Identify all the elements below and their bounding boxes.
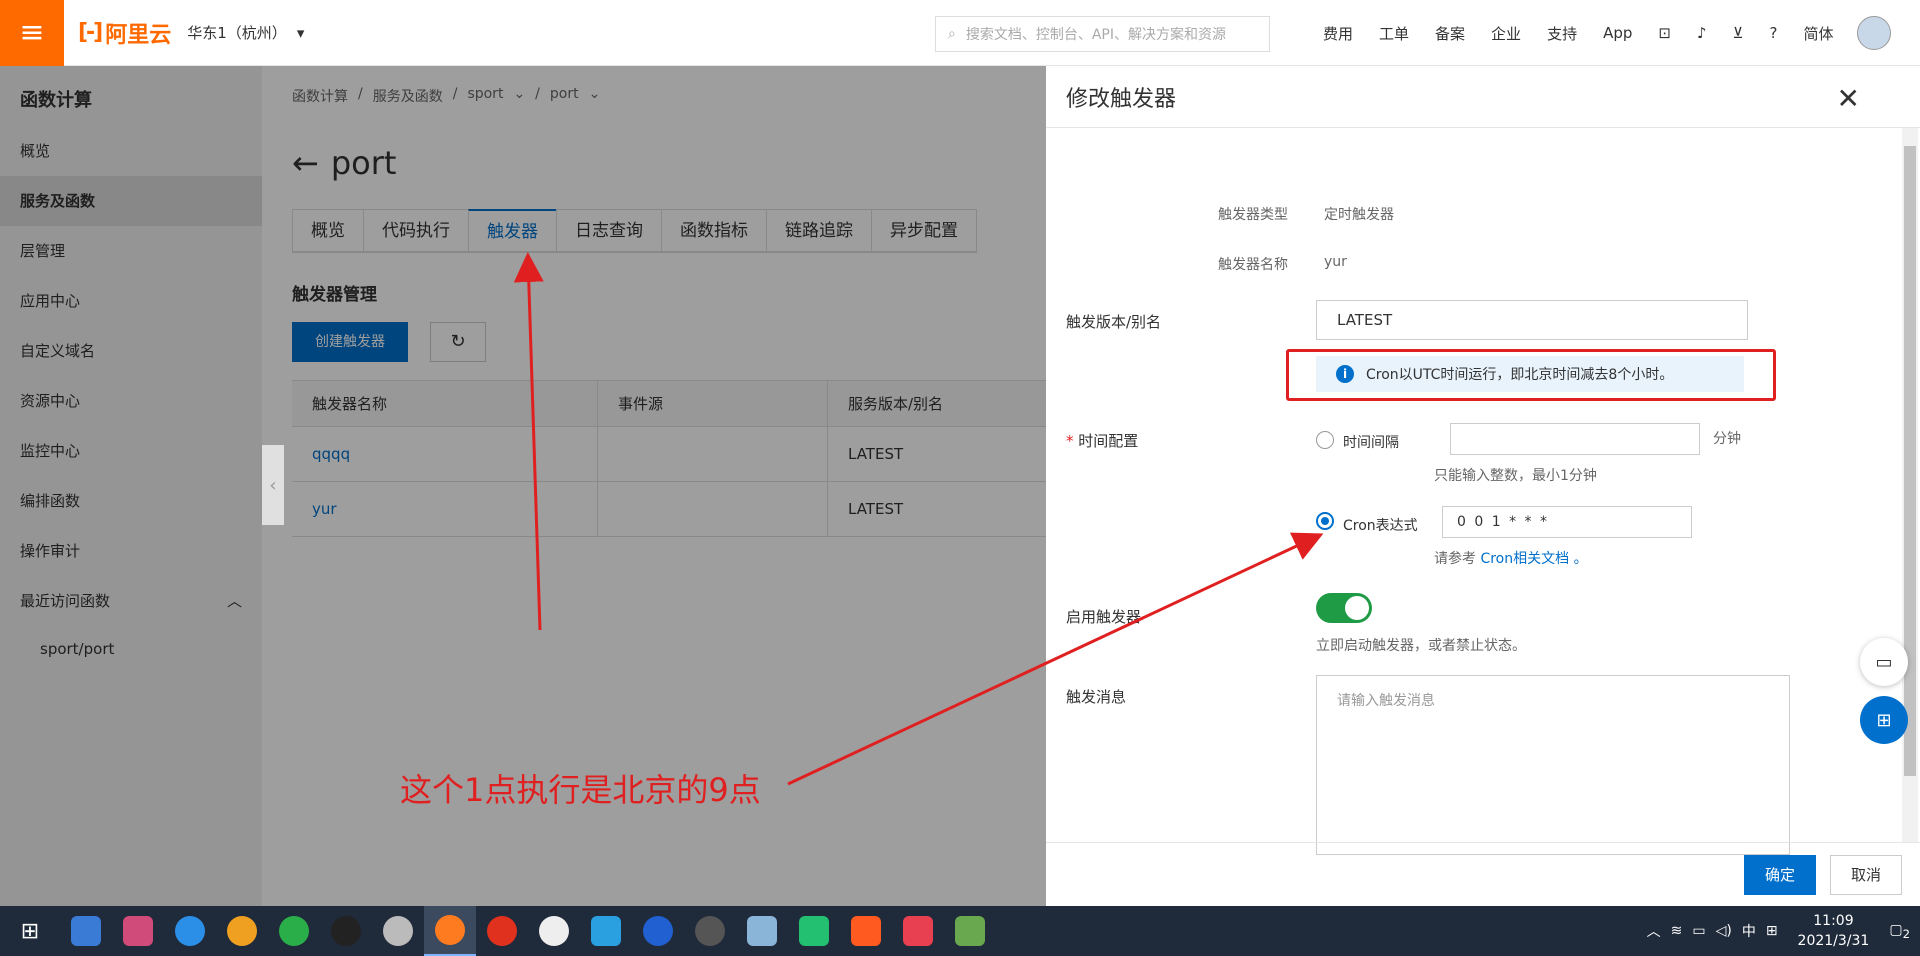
volume-icon[interactable]: ◁) — [1716, 923, 1732, 939]
message-placeholder: 请输入触发消息 — [1337, 693, 1435, 709]
search-input[interactable]: ⌕ 搜索文档、控制台、API、解决方案和资源 — [935, 16, 1270, 52]
enable-toggle[interactable] — [1316, 593, 1372, 623]
interval-unit: 分钟 — [1713, 431, 1741, 447]
nav-enterprise[interactable]: 企业 — [1478, 23, 1534, 44]
edit-trigger-panel: 修改触发器 ✕ 触发器类型 定时触发器 触发器名称 yur 触发版本/别名 LA… — [1046, 66, 1920, 906]
message-label: 触发消息 — [1066, 688, 1127, 706]
taskbar-app-icon[interactable] — [840, 906, 892, 956]
lang-switch[interactable]: 简体 — [1791, 23, 1847, 44]
interval-label: 时间间隔 — [1343, 435, 1399, 451]
time-config-text: 时间配置 — [1078, 432, 1139, 450]
brand-name: 阿里云 — [105, 22, 172, 48]
search-placeholder: 搜索文档、控制台、API、解决方案和资源 — [965, 27, 1226, 43]
chat-icon[interactable]: ▭ — [1860, 638, 1908, 686]
panel-title: 修改触发器 — [1046, 66, 1920, 128]
apps-icon[interactable]: ⊞ — [1860, 696, 1908, 744]
cron-hint-suffix: 。 — [1573, 551, 1588, 567]
cron-hint-prefix: 请参考 — [1434, 551, 1476, 567]
message-textarea[interactable]: 请输入触发消息 — [1316, 675, 1790, 855]
confirm-button[interactable]: 确定 — [1744, 855, 1816, 895]
trigger-type-label: 触发器类型 — [1218, 207, 1288, 223]
cron-label: Cron表达式 — [1343, 518, 1418, 534]
annotation-highlight-box — [1286, 349, 1776, 401]
clock-time: 11:09 — [1813, 913, 1854, 929]
cron-docs-link[interactable]: Cron相关文档 — [1480, 551, 1569, 567]
region-label: 华东1（杭州） — [187, 24, 287, 42]
cron-radio[interactable] — [1316, 512, 1334, 530]
enable-label: 启用触发器 — [1066, 608, 1142, 626]
top-nav: 费用 工单 备案 企业 支持 App ⊡ ♪ ⊻ ? 简体 — [1310, 0, 1891, 66]
version-select[interactable]: LATEST — [1316, 300, 1748, 340]
nav-support[interactable]: 支持 — [1534, 23, 1590, 44]
chevron-up-icon[interactable]: ︿ — [1647, 921, 1661, 941]
taskbar-app-icon[interactable] — [112, 906, 164, 956]
clock[interactable]: 11:09 2021/3/31 — [1798, 911, 1870, 951]
chevron-down-icon: ▾ — [296, 23, 305, 42]
taskbar-app-icon[interactable] — [944, 906, 996, 956]
taskbar-app-icon[interactable] — [788, 906, 840, 956]
taskbar-app-icon[interactable] — [372, 906, 424, 956]
annotation-text: 这个1点执行是北京的9点 — [400, 771, 761, 809]
clock-date: 2021/3/31 — [1797, 933, 1870, 949]
search-icon: ⌕ — [948, 26, 956, 42]
taskbar-app-icon[interactable] — [736, 906, 788, 956]
ime-mode-icon[interactable]: ⊞ — [1766, 923, 1778, 939]
logo[interactable]: [-] 阿里云 — [78, 17, 171, 49]
avatar[interactable] — [1856, 16, 1891, 50]
nav-app[interactable]: App — [1590, 24, 1645, 42]
menu-icon[interactable]: ≡ — [0, 0, 64, 66]
trigger-type-value: 定时触发器 — [1324, 207, 1394, 223]
taskbar-app-icon[interactable] — [580, 906, 632, 956]
nav-fees[interactable]: 费用 — [1310, 23, 1366, 44]
enable-hint: 立即启动触发器，或者禁止状态。 — [1316, 638, 1526, 654]
top-bar: ≡ [-] 阿里云 华东1（杭州） ▾ ⌕ 搜索文档、控制台、API、解决方案和… — [0, 0, 1920, 66]
nav-tickets[interactable]: 工单 — [1366, 23, 1422, 44]
battery-icon[interactable]: ▭ — [1692, 923, 1705, 939]
taskbar-app-icon[interactable] — [424, 906, 476, 956]
taskbar-app-icon[interactable] — [164, 906, 216, 956]
help-icon[interactable]: ? — [1757, 24, 1791, 42]
notification-count: 2 — [1902, 926, 1910, 941]
interval-input[interactable] — [1450, 423, 1700, 455]
taskbar-app-icon[interactable] — [684, 906, 736, 956]
interval-hint: 只能输入整数，最小1分钟 — [1434, 468, 1597, 484]
taskbar-app-icon[interactable] — [60, 906, 112, 956]
notification-icon[interactable]: ▢2 — [1889, 922, 1910, 941]
taskbar-app-icon[interactable] — [528, 906, 580, 956]
version-label: 触发版本/别名 — [1066, 313, 1162, 331]
taskbar-app-icon[interactable] — [216, 906, 268, 956]
scrollbar-thumb[interactable] — [1904, 146, 1916, 776]
sidebar-collapse-icon[interactable]: ‹ — [262, 445, 284, 525]
taskbar: ⊞ ︿ ≋ ▭ ◁) 中 ⊞ 11:09 2021/3/31 ▢2 — [0, 906, 1920, 956]
cart-icon[interactable]: ⊻ — [1720, 24, 1757, 42]
cron-hint: 请参考 Cron相关文档 。 — [1434, 548, 1588, 568]
brand-mark-icon: [-] — [78, 20, 103, 45]
interval-radio[interactable] — [1316, 431, 1334, 449]
wifi-icon[interactable]: ≋ — [1671, 923, 1683, 939]
trigger-name-value: yur — [1324, 254, 1347, 270]
windows-start-icon[interactable]: ⊞ — [0, 906, 60, 956]
cron-input[interactable]: 0 0 1 * * * — [1442, 506, 1692, 538]
close-icon[interactable]: ✕ — [1837, 82, 1860, 115]
panel-scrollbar[interactable] — [1902, 128, 1918, 842]
required-mark: * — [1066, 432, 1074, 450]
panel-footer: 确定 取消 — [1046, 842, 1920, 906]
nav-filing[interactable]: 备案 — [1422, 23, 1478, 44]
taskbar-app-icon[interactable] — [320, 906, 372, 956]
cancel-button[interactable]: 取消 — [1830, 855, 1902, 895]
bell-icon[interactable]: ♪ — [1684, 24, 1720, 42]
ime-indicator[interactable]: 中 — [1742, 921, 1756, 941]
taskbar-app-icon[interactable] — [632, 906, 684, 956]
taskbar-app-icon[interactable] — [476, 906, 528, 956]
terminal-icon[interactable]: ⊡ — [1645, 24, 1684, 42]
region-selector[interactable]: 华东1（杭州） ▾ — [187, 22, 304, 43]
taskbar-app-icon[interactable] — [268, 906, 320, 956]
trigger-name-label: 触发器名称 — [1218, 257, 1288, 273]
time-config-label: * 时间配置 — [1066, 430, 1138, 451]
system-tray: ︿ ≋ ▭ ◁) 中 ⊞ 11:09 2021/3/31 ▢2 — [1647, 906, 1920, 956]
taskbar-app-icon[interactable] — [892, 906, 944, 956]
